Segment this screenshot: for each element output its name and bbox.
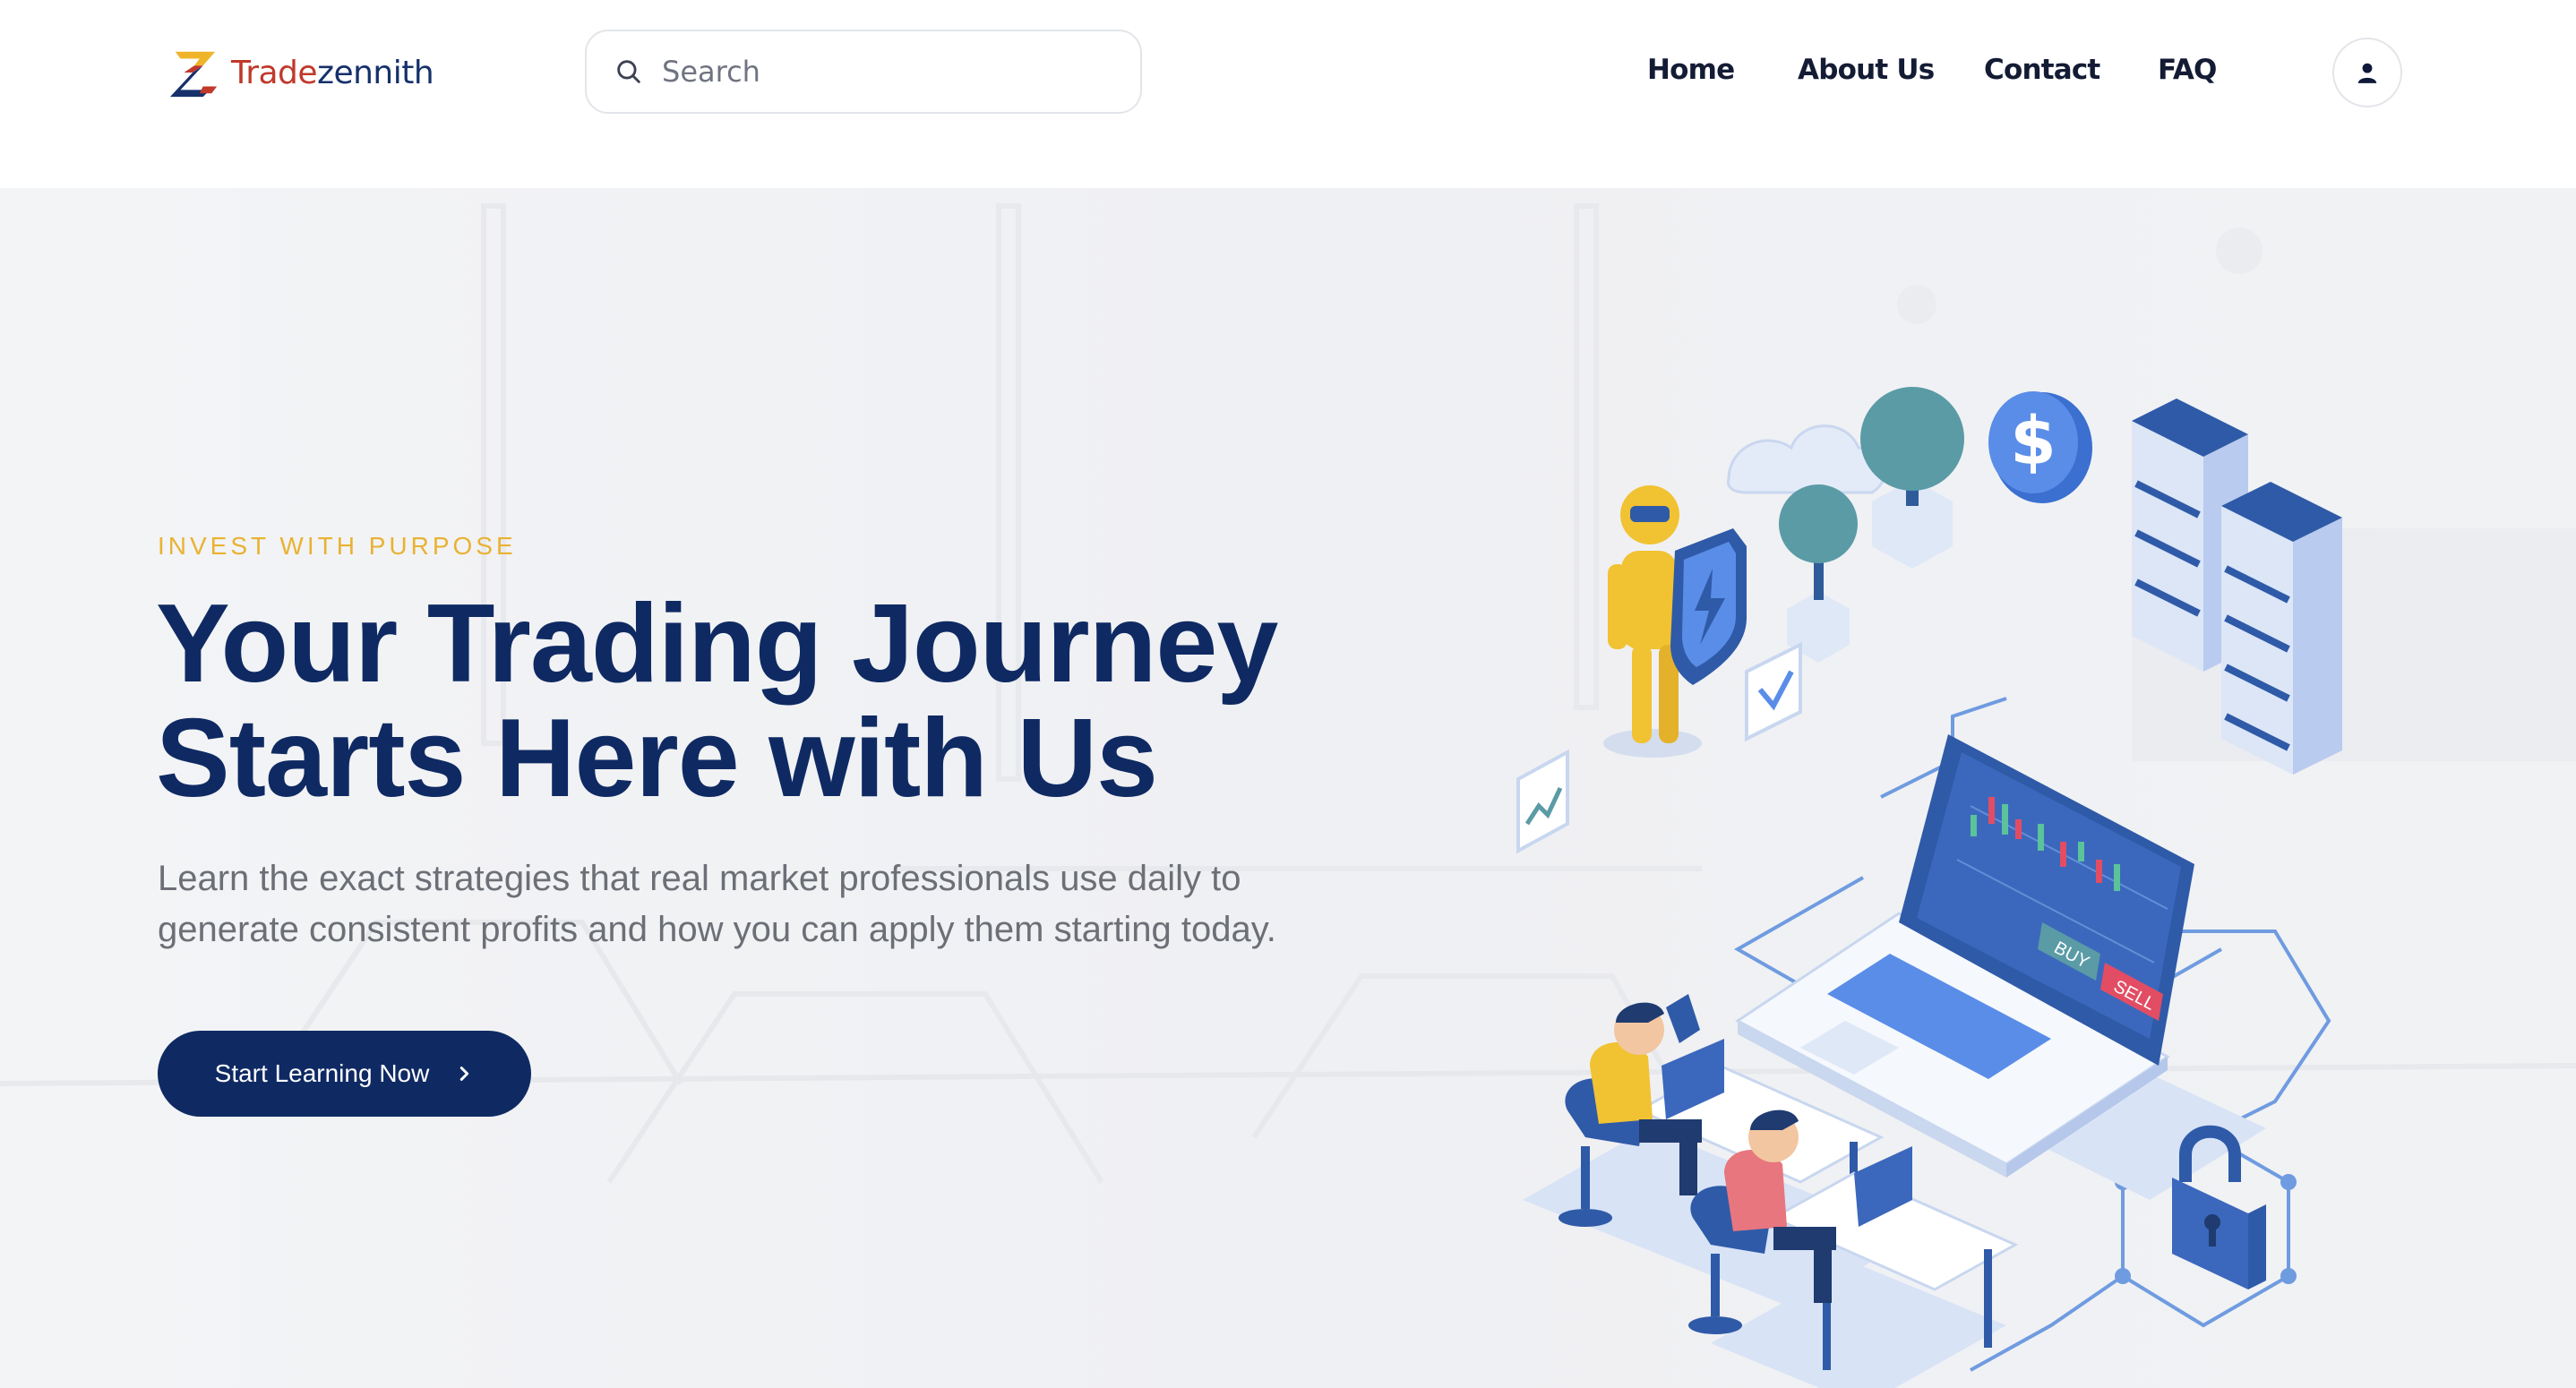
growth-chart-card-icon (1516, 749, 1569, 854)
logo-text-part2: zennith (317, 54, 434, 91)
server-rack-icon (2132, 398, 2342, 775)
tree-decoration (1779, 387, 1964, 663)
search-box[interactable] (585, 30, 1142, 114)
hero-eyebrow: INVEST WITH PURPOSE (158, 532, 517, 560)
search-icon (617, 60, 640, 83)
robot-guard-figure (1603, 485, 1747, 758)
nav-contact[interactable]: Contact (1984, 54, 2100, 86)
trading-illustration: $ BUY SELL (1516, 387, 2342, 1388)
dollar-coin-icon: $ (1988, 391, 2092, 503)
hero-section: INVEST WITH PURPOSE Your Trading Journey… (0, 188, 2576, 1388)
chevron-right-icon (460, 1067, 469, 1081)
nav-about-us[interactable]: About Us (1798, 54, 1935, 86)
hero-headline: Your Trading Journey Starts Here with Us (156, 587, 1499, 816)
logo-mark-icon (169, 51, 218, 98)
search-input[interactable] (660, 54, 1112, 90)
logo-text-part1: Trade (231, 54, 318, 91)
top-header: Tradezennith Home About Us Contact FAQ (0, 0, 2576, 188)
headline-line-1: Your Trading Journey (156, 582, 1278, 706)
checkmark-card-icon (1745, 641, 1802, 742)
cta-label: Start Learning Now (214, 1059, 430, 1087)
account-button[interactable] (2332, 38, 2402, 107)
shield-icon (1670, 528, 1747, 685)
user-icon (2357, 63, 2377, 83)
logo-wordmark: Tradezennith (231, 55, 434, 91)
headline-line-2: Starts Here with Us (156, 697, 1158, 820)
hero-subtext: Learn the exact strategies that real mar… (158, 853, 1412, 955)
brand-logo[interactable]: Tradezennith (168, 47, 434, 99)
start-learning-button[interactable]: Start Learning Now (158, 1031, 531, 1117)
subtext-line-2: generate consistent profits and how you … (158, 910, 1276, 949)
currency-symbol: $ (2010, 403, 2057, 480)
nav-faq[interactable]: FAQ (2158, 54, 2217, 86)
subtext-line-1: Learn the exact strategies that real mar… (158, 859, 1241, 898)
nav-home[interactable]: Home (1647, 54, 1735, 86)
